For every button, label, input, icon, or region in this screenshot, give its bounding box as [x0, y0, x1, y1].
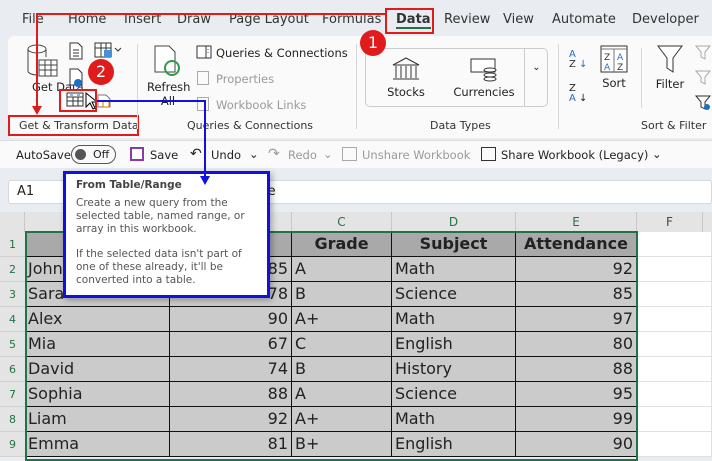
- blue-arrow-head: [200, 176, 210, 185]
- blue-arrow-line: [97, 100, 206, 178]
- step-2-badge: 2: [88, 59, 114, 85]
- data-tab-highlight: [385, 8, 434, 34]
- red-arrow-line: [36, 13, 385, 108]
- step-1-badge: 1: [360, 30, 386, 56]
- red-arrow-head: [32, 106, 42, 115]
